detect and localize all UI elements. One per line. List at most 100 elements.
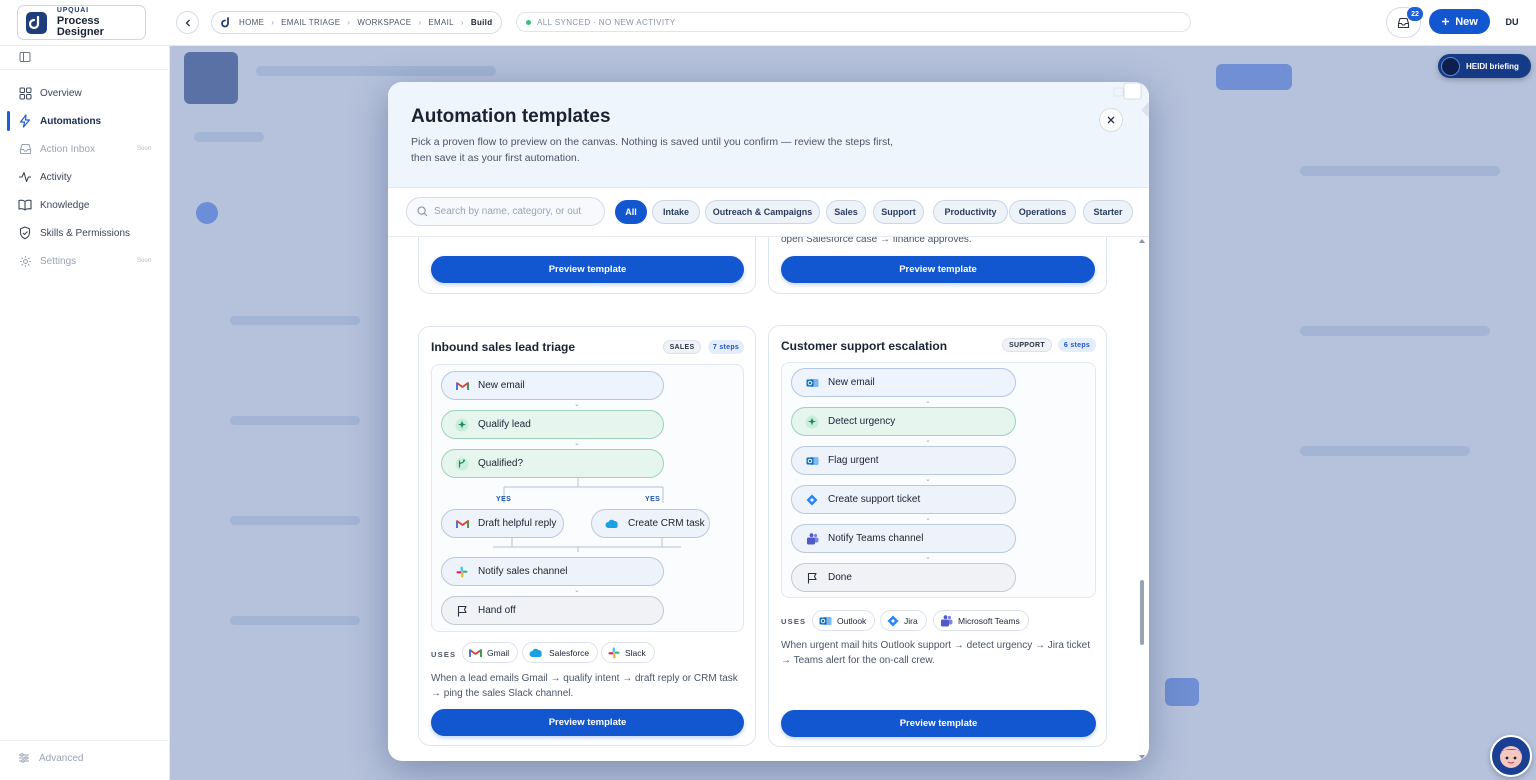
search-icon bbox=[417, 206, 428, 217]
sidebar-item-label: Action Inbox bbox=[40, 143, 96, 155]
flow-node-done: Done bbox=[791, 563, 1016, 592]
notification-count-badge: 22 bbox=[1407, 7, 1423, 21]
template-card-support-escalation[interactable]: Customer support escalation SUPPORT 6 st… bbox=[768, 325, 1107, 747]
preview-template-button[interactable]: Preview template bbox=[781, 256, 1095, 283]
filter-chip-outreach-campaigns[interactable]: Outreach & Campaigns bbox=[705, 200, 820, 224]
uses-chip-jira: Jira bbox=[880, 610, 927, 631]
uses-chip-outlook: Outlook bbox=[812, 610, 876, 631]
flag-icon bbox=[454, 603, 470, 619]
template-title: Inbound sales lead triage bbox=[431, 340, 576, 354]
user-avatar[interactable]: DU bbox=[1498, 9, 1526, 35]
uses-chip-label: Slack bbox=[625, 647, 646, 658]
uses-chip-label: Salesforce bbox=[549, 647, 590, 658]
plus-icon bbox=[1442, 18, 1450, 25]
filter-chip-starter[interactable]: Starter bbox=[1083, 200, 1133, 224]
close-modal-button[interactable] bbox=[1099, 108, 1123, 132]
template-card-sales-lead-triage[interactable]: Inbound sales lead triage SALES 7 steps … bbox=[418, 326, 756, 746]
steps-badge: 7 steps bbox=[708, 340, 744, 354]
preview-template-button[interactable]: Preview template bbox=[431, 709, 744, 736]
assistant-avatar-button[interactable] bbox=[1490, 735, 1532, 777]
sidebar-item-knowledge[interactable]: Knowledge bbox=[10, 193, 160, 217]
sidebar-item-action-inbox[interactable]: Action Inbox Soon bbox=[10, 137, 160, 161]
scrollbar-thumb[interactable] bbox=[1140, 580, 1144, 645]
chevron-down-icon: ⌄ bbox=[574, 587, 580, 594]
chevron-down-icon: ⌄ bbox=[574, 401, 580, 408]
templates-scrollbar[interactable] bbox=[1137, 237, 1147, 761]
sidebar-item-label: Automations bbox=[40, 115, 102, 127]
template-description: When a lead emails Gmail → qualify inten… bbox=[431, 673, 738, 699]
flow-node-new-email: New email bbox=[791, 368, 1016, 397]
flow-node-detect-urgency: Detect urgency bbox=[791, 407, 1016, 436]
brand-tagline: UPQUAI bbox=[56, 7, 89, 14]
soon-badge: Soon bbox=[136, 258, 151, 264]
activity-icon bbox=[18, 170, 32, 184]
sidebar-item-label: Skills & Permissions bbox=[40, 227, 131, 239]
filter-chip-all[interactable]: All bbox=[615, 200, 647, 224]
scroll-down-icon[interactable] bbox=[1138, 753, 1146, 761]
flow-node-notify-teams: Notify Teams channel bbox=[791, 524, 1016, 553]
sidebar-toggle-icon bbox=[19, 52, 31, 62]
filter-chip-support[interactable]: Support bbox=[873, 200, 924, 224]
sidebar-item-overview[interactable]: Overview bbox=[10, 81, 160, 105]
uses-label: USES bbox=[431, 650, 457, 659]
search-input[interactable] bbox=[434, 206, 594, 217]
preview-template-button[interactable]: Preview template bbox=[431, 256, 744, 283]
flag-icon bbox=[804, 570, 820, 586]
sidebar-item-label: Settings bbox=[40, 255, 77, 267]
template-title: Customer support escalation bbox=[781, 339, 948, 353]
heidi-briefing-button[interactable]: HEIDI briefing bbox=[1438, 54, 1531, 78]
new-button-label: New bbox=[1455, 15, 1478, 28]
status-dot-icon bbox=[526, 19, 531, 25]
flow-node-label: Flag urgent bbox=[828, 455, 879, 466]
assistant-face-icon bbox=[1500, 746, 1522, 768]
scroll-up-icon[interactable] bbox=[1138, 237, 1146, 245]
filter-chip-operations[interactable]: Operations bbox=[1009, 200, 1076, 224]
sidebar-item-settings[interactable]: Settings Soon bbox=[10, 249, 160, 273]
salesforce-icon bbox=[604, 516, 620, 532]
advanced-link[interactable]: Advanced bbox=[18, 752, 83, 764]
filter-chip-intake[interactable]: Intake bbox=[652, 200, 700, 224]
slack-icon bbox=[608, 647, 620, 659]
workspace-logo-icon bbox=[221, 17, 231, 28]
preview-template-button[interactable]: Preview template bbox=[781, 710, 1096, 737]
collapse-sidebar-button[interactable] bbox=[19, 46, 31, 68]
brand[interactable]: UPQUAI Process Designer bbox=[17, 5, 146, 40]
merge-connector bbox=[493, 538, 681, 552]
gmail-icon bbox=[454, 516, 470, 532]
sidebar-item-label: Activity bbox=[40, 171, 72, 183]
salesforce-icon bbox=[529, 648, 544, 658]
back-button[interactable] bbox=[176, 11, 199, 34]
sidebar-item-automations[interactable]: Automations bbox=[7, 109, 160, 133]
flow-node-label: New email bbox=[828, 377, 875, 388]
breadcrumb-email[interactable]: EMAIL bbox=[428, 18, 454, 27]
chevron-down-icon: ⌄ bbox=[925, 515, 931, 522]
chevron-down-icon: ⌄ bbox=[925, 398, 931, 405]
uses-chip-label: Jira bbox=[904, 615, 918, 626]
gmail-icon bbox=[454, 378, 470, 394]
flow-node-create-ticket: Create support ticket bbox=[791, 485, 1016, 514]
flow-node-label: New email bbox=[478, 380, 525, 391]
flow-node-label: Qualify lead bbox=[478, 419, 531, 430]
template-description: When invoice emails arrive in Outlook → … bbox=[781, 237, 972, 245]
uses-chip-label: Outlook bbox=[837, 615, 867, 626]
filter-chip-sales[interactable]: Sales bbox=[826, 200, 866, 224]
template-search[interactable] bbox=[406, 197, 605, 226]
uses-chip-salesforce: Salesforce bbox=[522, 642, 599, 663]
new-button[interactable]: New bbox=[1429, 9, 1490, 34]
breadcrumb-current: Build bbox=[470, 18, 493, 27]
heidi-briefing-label: HEIDI briefing bbox=[1466, 61, 1519, 71]
breadcrumb-home[interactable]: HOME bbox=[239, 18, 264, 27]
chevron-down-icon: ⌄ bbox=[925, 437, 931, 444]
sidebar-item-activity[interactable]: Activity bbox=[10, 165, 160, 189]
shield-icon bbox=[18, 226, 32, 240]
breadcrumb-workspace[interactable]: WORKSPACE bbox=[357, 18, 411, 27]
filter-chip-productivity[interactable]: Productivity bbox=[933, 200, 1008, 224]
brand-logo-icon bbox=[26, 11, 47, 34]
gmail-icon bbox=[469, 648, 482, 658]
sidebar-item-skills-permissions[interactable]: Skills & Permissions bbox=[10, 221, 160, 245]
templates-list[interactable]: Preview template When invoice emails arr… bbox=[388, 237, 1149, 761]
breadcrumb-email-triage[interactable]: EMAIL TRIAGE bbox=[281, 18, 340, 27]
sparkle-icon bbox=[454, 417, 470, 433]
flow-node-label: Qualified? bbox=[478, 458, 524, 469]
notifications-button[interactable]: 22 bbox=[1386, 7, 1423, 38]
